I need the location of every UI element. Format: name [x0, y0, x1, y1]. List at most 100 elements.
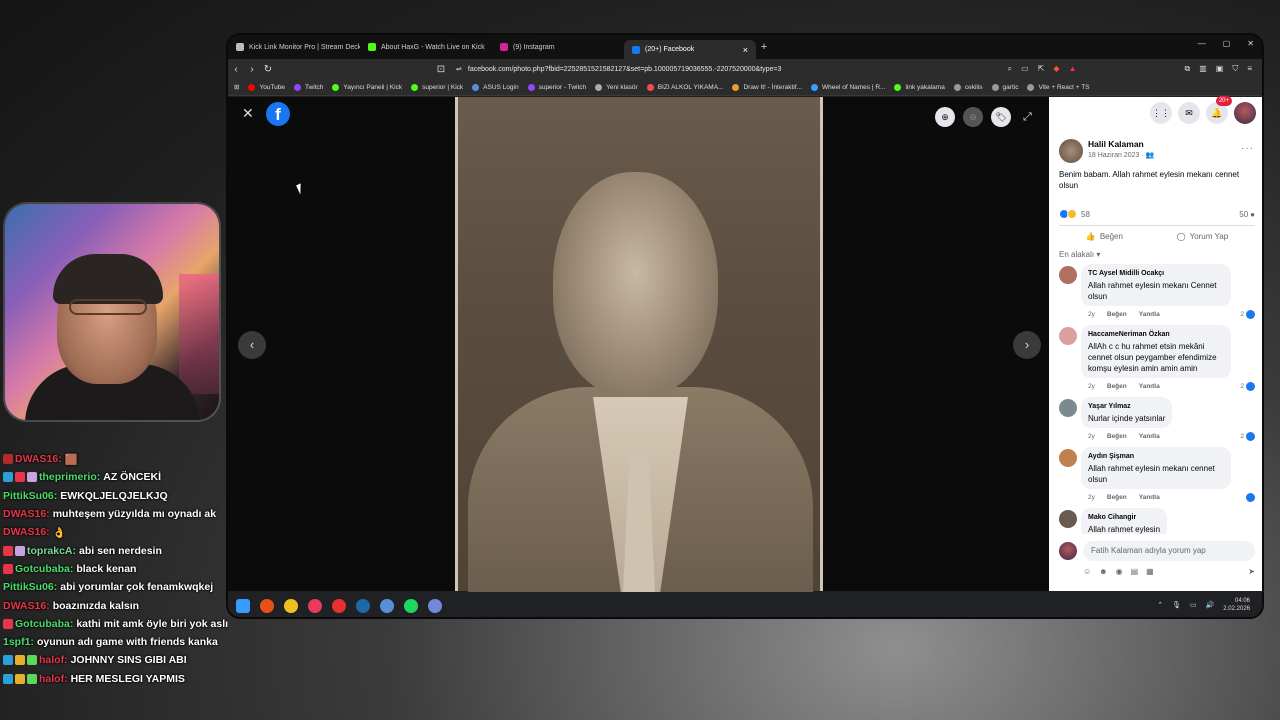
tray-chevron-icon[interactable]: ⌃: [1157, 601, 1163, 609]
menu-icon[interactable]: ≡: [1247, 64, 1252, 74]
messenger-icon[interactable]: ✉: [1178, 102, 1200, 124]
more-options-icon[interactable]: ···: [1241, 143, 1254, 154]
tag-icon[interactable]: 🏷: [991, 107, 1011, 127]
comment-like-button[interactable]: Beğen: [1107, 494, 1127, 501]
commenter-name[interactable]: Aydın Şişman: [1088, 451, 1224, 462]
close-icon[interactable]: ✕: [242, 105, 254, 122]
bookmark-item[interactable]: Wheel of Names | R...: [810, 83, 885, 91]
extension-icon[interactable]: ⧉: [1184, 64, 1190, 74]
zoom-in-icon[interactable]: ⊕: [935, 107, 955, 127]
next-photo-button[interactable]: ›: [1013, 331, 1041, 359]
chat-username[interactable]: PittikSu06:: [3, 490, 57, 502]
cast-icon[interactable]: ▭: [1021, 64, 1029, 74]
bookmark-item[interactable]: Twitch: [294, 83, 323, 91]
bookmark-item[interactable]: BIZI ALKOL YIKAMA...: [646, 83, 723, 91]
chat-username[interactable]: DWAS16:: [3, 526, 50, 538]
chat-username[interactable]: DWAS16:: [15, 453, 62, 465]
commenter-avatar[interactable]: [1059, 510, 1077, 528]
app-icon[interactable]: [380, 598, 394, 613]
comment-reply-button[interactable]: Yanıtla: [1139, 433, 1160, 440]
browser-tab[interactable]: (9) Instagram: [492, 38, 624, 57]
bookmark-item[interactable]: Vite + React + TS: [1027, 83, 1090, 91]
comment-sort-dropdown[interactable]: En alakalı ▾: [1059, 250, 1100, 259]
app-icon[interactable]: [332, 598, 346, 613]
apps-icon[interactable]: ⊞: [234, 83, 239, 91]
previous-photo-button[interactable]: ‹: [238, 331, 266, 359]
commenter-avatar[interactable]: [1059, 399, 1077, 417]
bookmark-item[interactable]: Yayıncı Paneli | Kick: [332, 83, 402, 91]
menu-grid-icon[interactable]: ⋮⋮: [1150, 102, 1172, 124]
reactions-count[interactable]: 58: [1081, 210, 1090, 219]
back-icon[interactable]: ‹: [228, 64, 244, 75]
close-window-icon[interactable]: ✕: [1247, 39, 1254, 48]
photo[interactable]: [455, 97, 823, 597]
comment-like-button[interactable]: Beğen: [1107, 433, 1127, 440]
chat-username[interactable]: halof:: [39, 673, 68, 685]
browser-tab[interactable]: About HaxG - Watch Live on Kick: [360, 38, 492, 57]
discord-icon[interactable]: [428, 598, 442, 613]
commenter-name[interactable]: HaccameNeriman Özkan: [1088, 329, 1224, 340]
chat-username[interactable]: 1spf1:: [3, 636, 34, 648]
bookmark-item[interactable]: Yeni klasör: [595, 83, 638, 91]
chat-username[interactable]: Gotcubaba:: [15, 618, 73, 630]
share-icon[interactable]: ⇱: [1038, 64, 1045, 74]
commenter-avatar[interactable]: [1059, 449, 1077, 467]
bookmark-icon[interactable]: ⊡: [433, 64, 449, 75]
post-date[interactable]: 18 Haziran 2023 · 👥: [1088, 151, 1154, 159]
tab-close-icon[interactable]: ×: [743, 45, 748, 55]
avatar-sticker-icon[interactable]: ☺: [1083, 567, 1091, 576]
comments-count[interactable]: 50: [1239, 210, 1248, 219]
emoji-icon[interactable]: ☻: [1099, 567, 1107, 576]
comment-like-button[interactable]: Beğen: [1107, 383, 1127, 390]
sidebar-icon[interactable]: ▥: [1199, 64, 1207, 74]
camera-icon[interactable]: ◉: [1116, 567, 1123, 576]
comment-reply-button[interactable]: Yanıtla: [1139, 494, 1160, 501]
zoom-icon[interactable]: ⌕: [1008, 64, 1012, 74]
steam-icon[interactable]: [356, 598, 370, 613]
network-icon[interactable]: ▭: [1190, 601, 1197, 609]
brave-shield-icon[interactable]: ◆: [1053, 64, 1059, 74]
browser-tab[interactable]: (20+) Facebook ×: [624, 40, 756, 59]
comment-likes[interactable]: 2: [1240, 432, 1255, 441]
post-author[interactable]: Halil Kalaman: [1088, 139, 1154, 149]
chat-username[interactable]: DWAS16:: [3, 508, 50, 520]
volume-icon[interactable]: 🔊: [1206, 601, 1215, 609]
chat-username[interactable]: toprakcA:: [27, 545, 76, 557]
bookmark-item[interactable]: superior | Kick: [411, 83, 463, 91]
maps-icon[interactable]: [308, 598, 322, 613]
url-field[interactable]: ⇌ facebook.com/photo.php?fbid=2252851521…: [456, 62, 1016, 76]
brave-icon[interactable]: [260, 598, 274, 613]
profile-avatar[interactable]: [1234, 102, 1256, 124]
notifications-icon[interactable]: 🔔 20+: [1206, 96, 1232, 124]
bookmark-item[interactable]: cekilis: [953, 83, 983, 91]
fullscreen-icon[interactable]: ⤢: [1023, 107, 1032, 127]
vpn-icon[interactable]: ⛉: [1232, 64, 1238, 74]
bookmark-item[interactable]: gartic: [991, 83, 1018, 91]
browser-tab[interactable]: Kick Link Monitor Pro | Stream Deck: [228, 38, 360, 57]
comment-likes[interactable]: [1244, 493, 1255, 502]
like-button[interactable]: 👍 Beğen: [1086, 232, 1123, 241]
zoom-out-icon[interactable]: ⊖: [963, 107, 983, 127]
brave-rewards-icon[interactable]: ▲: [1069, 64, 1077, 74]
site-info-icon[interactable]: ⇌: [456, 65, 462, 73]
minimize-icon[interactable]: —: [1198, 39, 1206, 48]
commenter-avatar[interactable]: [1059, 327, 1077, 345]
bookmark-item[interactable]: YouTube: [248, 83, 285, 91]
clock[interactable]: 04:06 2.02.2026: [1223, 597, 1250, 613]
chat-username[interactable]: theprimerio:: [39, 471, 100, 483]
chat-username[interactable]: PittikSu06:: [3, 581, 57, 593]
bookmark-item[interactable]: Draw It! - İnteraktif...: [732, 83, 802, 91]
send-icon[interactable]: ➤: [1248, 567, 1255, 576]
commenter-name[interactable]: Mako Cihangir: [1088, 512, 1160, 523]
comment-likes[interactable]: 2: [1240, 382, 1255, 391]
sticker-icon[interactable]: ▦: [1146, 567, 1154, 576]
author-avatar[interactable]: [1059, 139, 1083, 163]
comment-likes[interactable]: 2: [1240, 310, 1255, 319]
comment-input[interactable]: Fatih Kalaman adıyla yorum yap: [1083, 541, 1255, 561]
file-explorer-icon[interactable]: [284, 598, 298, 613]
bookmark-item[interactable]: ASUS Login: [472, 83, 519, 91]
mic-icon[interactable]: 🎙: [1172, 601, 1181, 609]
bookmark-item[interactable]: link yakalama: [894, 83, 945, 91]
chat-username[interactable]: Gotcubaba:: [15, 563, 73, 575]
commenter-name[interactable]: Yaşar Yılmaz: [1088, 401, 1165, 412]
